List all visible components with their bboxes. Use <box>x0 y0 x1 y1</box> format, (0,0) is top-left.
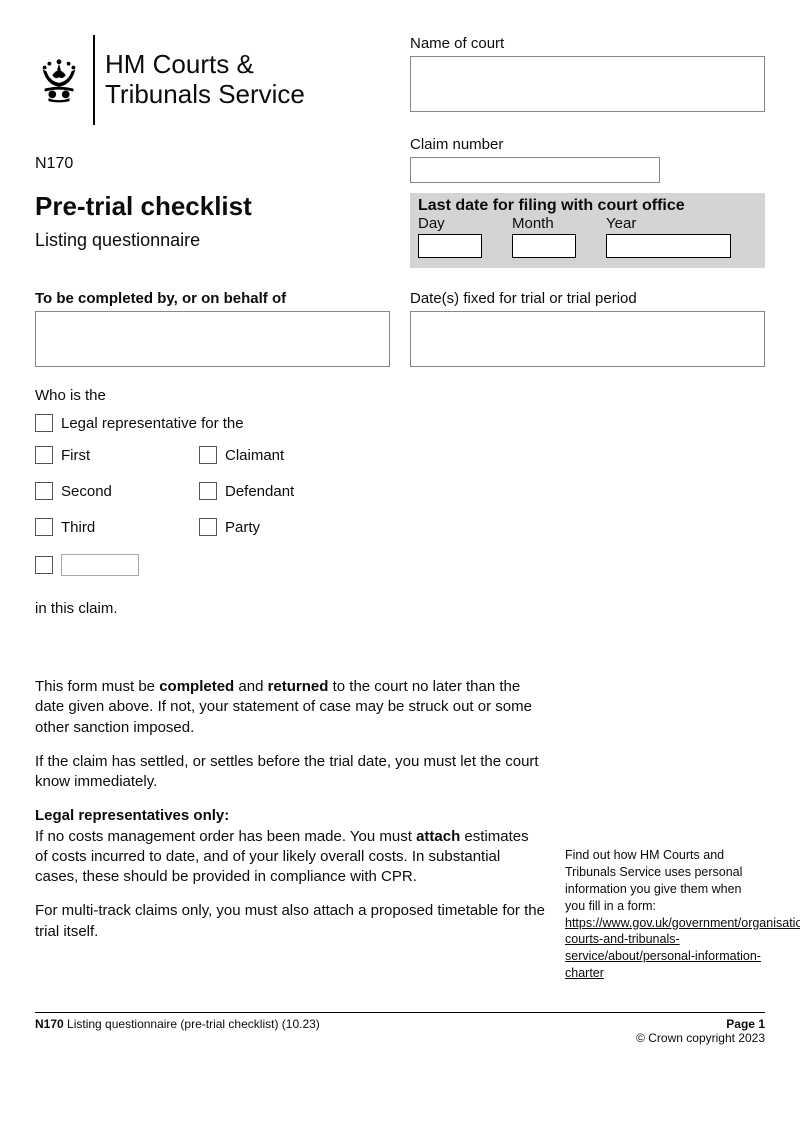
checkbox-party[interactable] <box>199 518 217 536</box>
filing-date-section: Last date for filing with court office D… <box>410 193 765 268</box>
org-logo: HM Courts & Tribunals Service <box>35 35 390 125</box>
label-in-this-claim: in this claim. <box>35 600 765 617</box>
label-name-of-court: Name of court <box>410 35 765 52</box>
label-claim-number: Claim number <box>410 136 765 153</box>
form-subtitle: Listing questionnaire <box>35 230 390 251</box>
checkbox-claimant[interactable] <box>199 446 217 464</box>
checkbox-first[interactable] <box>35 446 53 464</box>
input-dates-fixed[interactable] <box>410 311 765 367</box>
form-number: N170 <box>35 155 390 173</box>
input-other[interactable] <box>61 554 139 576</box>
label-defendant: Defendant <box>225 483 294 500</box>
label-year: Year <box>606 215 757 232</box>
form-title: Pre-trial checklist <box>35 191 390 222</box>
checkbox-other[interactable] <box>35 556 53 574</box>
label-legal-rep: Legal representative for the <box>61 415 244 432</box>
input-filing-month[interactable] <box>512 234 576 258</box>
label-day: Day <box>418 215 482 232</box>
privacy-link[interactable]: https://www.gov.uk/government/organisati… <box>565 916 800 981</box>
input-filing-day[interactable] <box>418 234 482 258</box>
input-filing-year[interactable] <box>606 234 731 258</box>
org-name: HM Courts & Tribunals Service <box>105 50 305 110</box>
input-name-of-court[interactable] <box>410 56 765 112</box>
label-claimant: Claimant <box>225 447 284 464</box>
label-completed-by: To be completed by, or on behalf of <box>35 290 390 307</box>
input-claim-number[interactable] <box>410 157 660 183</box>
label-who-is-the: Who is the <box>35 387 765 404</box>
label-third: Third <box>61 519 95 536</box>
label-dates-fixed: Date(s) fixed for trial or trial period <box>410 290 765 307</box>
label-month: Month <box>512 215 576 232</box>
label-first: First <box>61 447 90 464</box>
checkbox-legal-rep[interactable] <box>35 414 53 432</box>
label-party: Party <box>225 519 260 536</box>
checkbox-defendant[interactable] <box>199 482 217 500</box>
label-second: Second <box>61 483 112 500</box>
privacy-info: Find out how HM Courts and Tribunals Ser… <box>565 677 765 982</box>
checkbox-second[interactable] <box>35 482 53 500</box>
label-filing-date: Last date for filing with court office <box>418 197 757 215</box>
crown-crest-icon <box>35 56 83 104</box>
input-completed-by[interactable] <box>35 311 390 367</box>
instructions: This form must be completed and returned… <box>35 677 545 982</box>
checkbox-third[interactable] <box>35 518 53 536</box>
page-footer: N170 Listing questionnaire (pre-trial ch… <box>35 1013 765 1045</box>
